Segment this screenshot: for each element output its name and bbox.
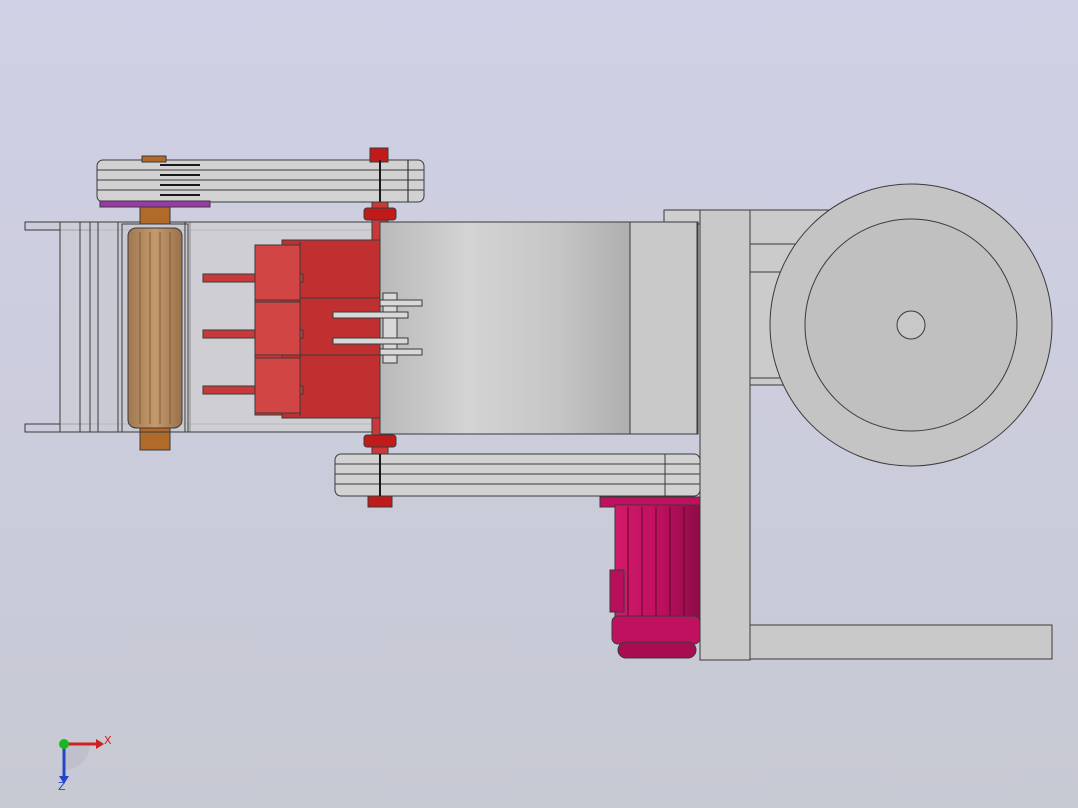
cad-viewport[interactable]: X Z xyxy=(0,0,1078,808)
bottom-belt-drive[interactable] xyxy=(334,453,701,497)
feed-roller[interactable] xyxy=(121,199,189,451)
electric-motor[interactable] xyxy=(599,496,701,659)
z-axis-label: Z xyxy=(58,780,66,793)
y-axis-dot xyxy=(59,739,69,749)
flywheel[interactable] xyxy=(769,183,1053,467)
model-canvas[interactable]: X Z xyxy=(0,0,1078,808)
x-axis-label: X xyxy=(104,734,112,747)
cutter-housing[interactable] xyxy=(379,221,699,435)
